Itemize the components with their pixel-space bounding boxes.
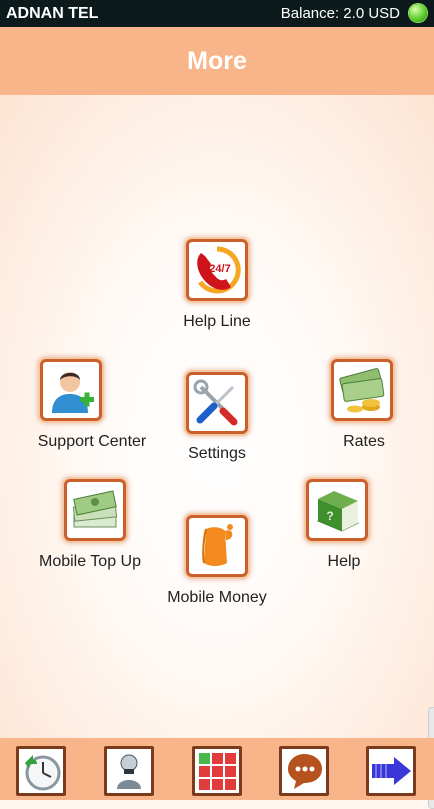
rates-tile[interactable] xyxy=(331,359,393,421)
cash-stack-icon xyxy=(72,490,118,528)
rates-label: Rates xyxy=(343,433,385,450)
arrow-right-icon xyxy=(372,757,411,785)
more-button[interactable] xyxy=(366,746,416,796)
phone-247-icon: 24/7 xyxy=(197,246,241,294)
status-dot-icon xyxy=(409,4,427,22)
dialpad-button[interactable] xyxy=(192,746,242,796)
book-icon: ? xyxy=(316,491,360,532)
user-add-icon xyxy=(52,372,94,413)
settings-tile[interactable] xyxy=(186,372,248,434)
balance-text: Balance: 2.0 USD xyxy=(280,5,400,22)
menu-item-settings[interactable]: Settings xyxy=(132,370,302,465)
settings-label: Settings xyxy=(188,445,246,462)
help-line-label: Help Line xyxy=(183,313,251,330)
mobile-top-up-tile[interactable] xyxy=(64,479,126,541)
chat-icon xyxy=(288,754,322,789)
title-bar: More xyxy=(0,27,434,95)
tools-icon xyxy=(193,379,238,426)
mobile-money-label: Mobile Money xyxy=(167,589,267,606)
history-button[interactable] xyxy=(16,746,66,796)
bottom-nav xyxy=(0,738,434,800)
menu-item-mobile-money[interactable]: Mobile Money xyxy=(132,513,302,608)
mobile-money-icon xyxy=(202,524,233,566)
grid-icon xyxy=(199,753,236,790)
menu-item-help-line[interactable]: 24/7 Help Line xyxy=(132,237,302,332)
page-title: More xyxy=(187,47,247,75)
menu-item-rates[interactable]: Rates xyxy=(279,357,434,452)
mobile-money-tile[interactable] xyxy=(186,515,248,577)
help-tile[interactable]: ? xyxy=(306,479,368,541)
contacts-button[interactable] xyxy=(104,746,154,796)
clock-icon xyxy=(25,755,61,791)
svg-text:?: ? xyxy=(326,509,333,523)
help-line-tile[interactable]: 24/7 xyxy=(186,239,248,301)
help-line-badge: 24/7 xyxy=(209,263,230,275)
menu-area: 24/7 Help Line Support Center Settings R… xyxy=(0,95,434,809)
money-coins-icon xyxy=(339,368,385,413)
messages-button[interactable] xyxy=(279,746,329,796)
person-icon xyxy=(117,754,141,789)
app-name: ADNAN TEL xyxy=(6,5,99,22)
status-bar: ADNAN TEL Balance: 2.0 USD xyxy=(0,0,434,27)
support-center-tile[interactable] xyxy=(40,359,102,421)
